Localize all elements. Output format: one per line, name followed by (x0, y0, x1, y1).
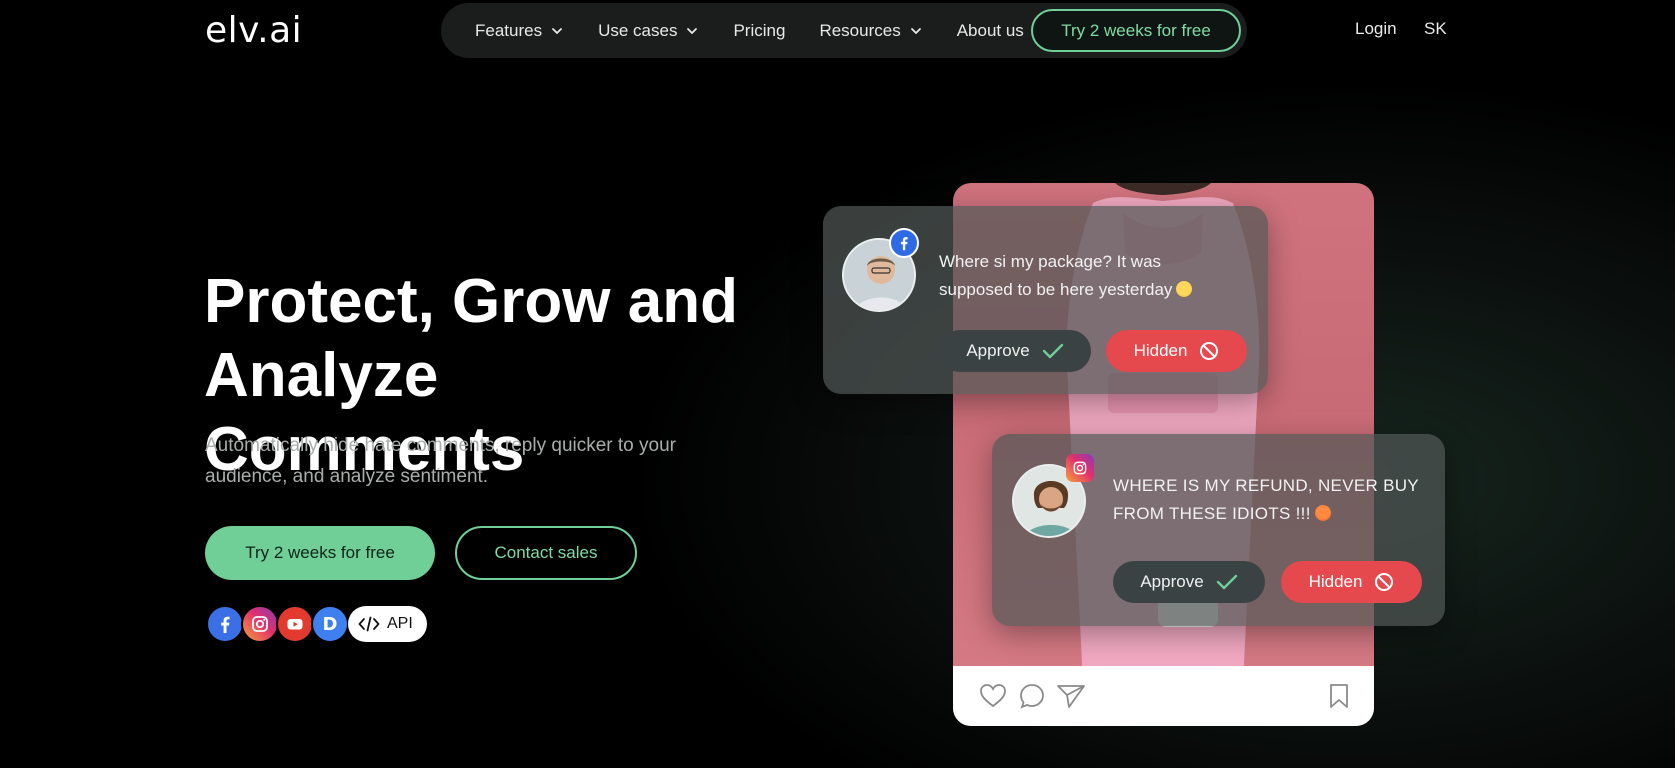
logo[interactable]: elv.ai (205, 10, 302, 51)
approve-button[interactable]: Approve (1113, 561, 1265, 603)
instagram-icon (1066, 454, 1094, 482)
heart-icon[interactable] (979, 682, 1007, 710)
comment-body: WHERE IS MY REFUND, NEVER BUY FROM THESE… (1113, 476, 1419, 523)
code-icon (358, 616, 380, 632)
nav-item-label: About us (956, 20, 1024, 40)
api-label: API (387, 615, 413, 632)
nav-trial-button[interactable]: Try 2 weeks for free (1031, 9, 1241, 52)
chevron-down-icon (687, 27, 698, 34)
angry-face-icon (1314, 505, 1331, 521)
nav-item-pricing[interactable]: Pricing (733, 21, 785, 41)
check-icon (1042, 343, 1063, 359)
nav-item-label: Features (475, 20, 543, 40)
main-nav: Features Use cases Pricing Resources Abo… (441, 3, 1247, 58)
post-action-bar (953, 666, 1374, 726)
facebook-icon (206, 605, 244, 643)
ban-icon (1200, 342, 1219, 360)
nav-item-about-us[interactable]: About us (957, 21, 1024, 41)
approve-label: Approve (1140, 572, 1204, 591)
hidden-label: Hidden (1308, 572, 1363, 591)
d-icon: D (311, 605, 349, 643)
nav-item-resources[interactable]: Resources (819, 21, 922, 41)
api-chip: API (348, 606, 427, 642)
comment-body: Where si my package? It was supposed to … (939, 252, 1173, 299)
steaming-face-icon (1176, 281, 1193, 297)
login-link[interactable]: Login (1355, 19, 1397, 39)
approve-label: Approve (966, 341, 1030, 360)
hidden-button[interactable]: Hidden (1106, 330, 1247, 372)
ban-icon (1375, 573, 1394, 591)
hidden-label: Hidden (1133, 341, 1188, 360)
platform-list: D API (206, 605, 427, 643)
comment-card: Where si my package? It was supposed to … (823, 206, 1268, 394)
comment-icon[interactable] (1019, 682, 1045, 710)
send-icon[interactable] (1056, 682, 1086, 710)
chevron-down-icon (552, 27, 562, 34)
comment-card: WHERE IS MY REFUND, NEVER BUY FROM THESE… (992, 434, 1445, 626)
comment-text: WHERE IS MY REFUND, NEVER BUY FROM THESE… (1113, 472, 1423, 528)
nav-item-use-cases[interactable]: Use cases (598, 21, 699, 41)
bookmark-icon[interactable] (1327, 682, 1351, 710)
hero-title-line1: Protect, Grow and (204, 267, 738, 336)
facebook-icon (889, 228, 919, 258)
approve-button[interactable]: Approve (939, 330, 1091, 372)
contact-sales-button[interactable]: Contact sales (455, 526, 637, 580)
nav-item-features[interactable]: Features (475, 21, 564, 41)
instagram-icon (241, 605, 279, 643)
nav-item-label: Pricing (733, 20, 786, 40)
comment-text: Where si my package? It was supposed to … (939, 248, 1239, 304)
nav-item-label: Use cases (598, 20, 678, 40)
hidden-button[interactable]: Hidden (1281, 561, 1422, 603)
chevron-down-icon (910, 27, 921, 34)
language-switch[interactable]: SK (1424, 19, 1447, 39)
hero-subtitle: Automatically hide hate comments, reply … (205, 435, 676, 487)
youtube-icon (276, 605, 314, 643)
try-free-button[interactable]: Try 2 weeks for free (205, 526, 435, 580)
nav-item-label: Resources (819, 20, 901, 40)
check-icon (1216, 574, 1237, 590)
